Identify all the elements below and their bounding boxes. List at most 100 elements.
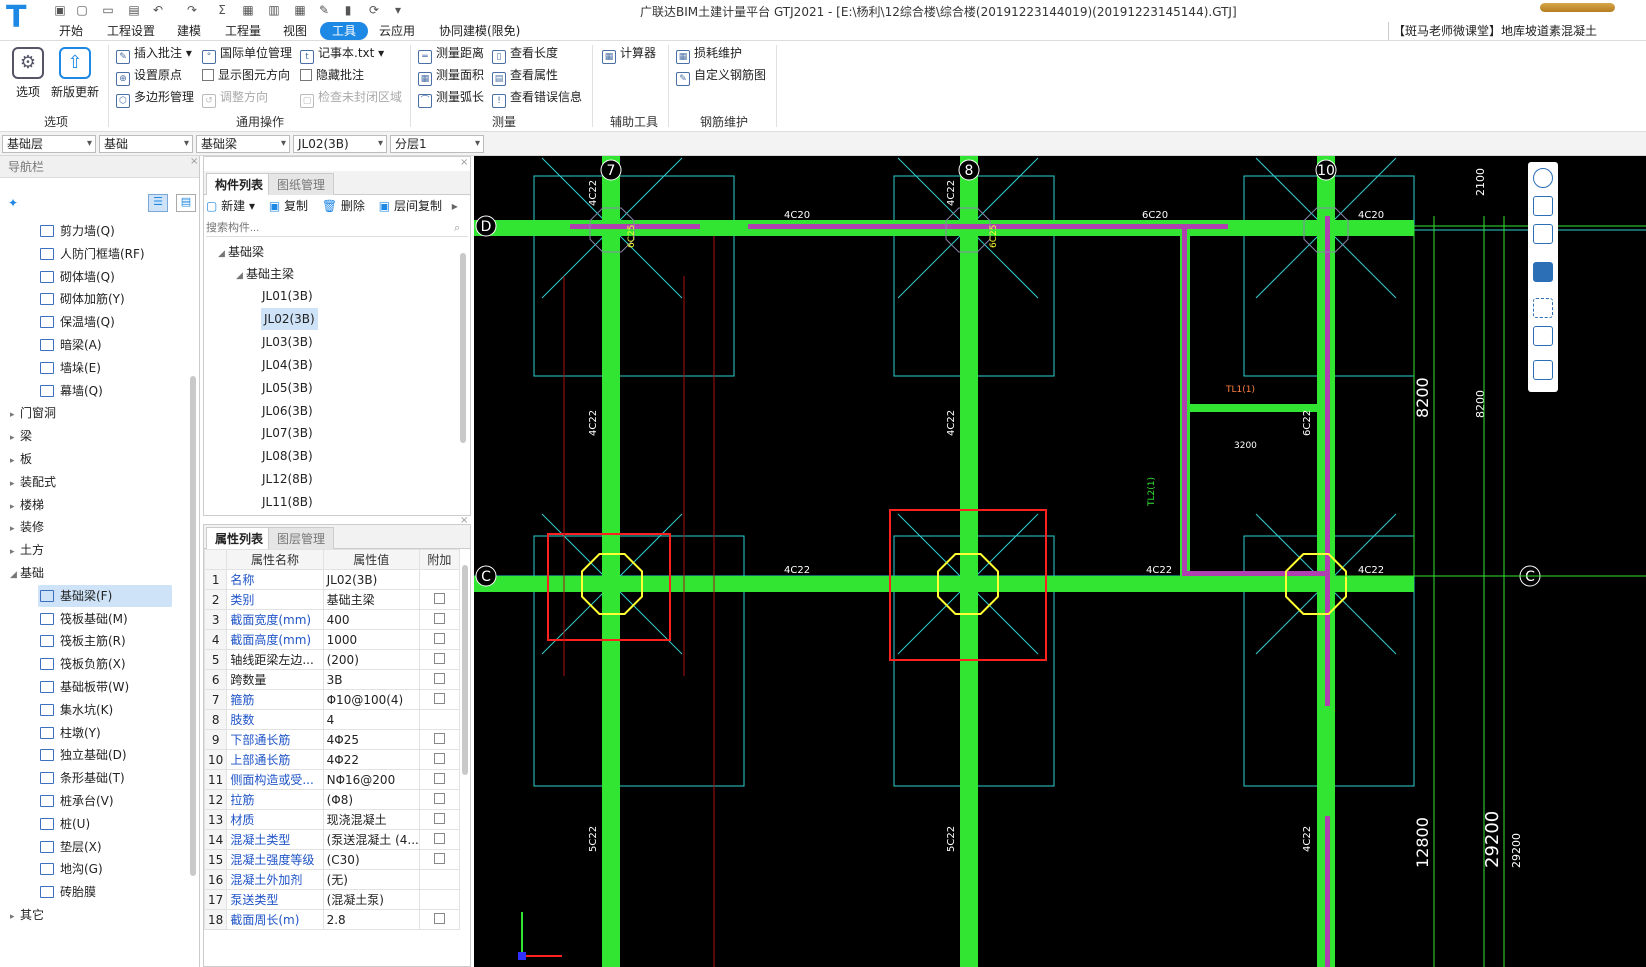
nav-item[interactable]: 集水坑(K) [40,699,113,721]
property-row[interactable]: 1 名称 JL02(3B) [203,569,461,590]
cad-drawing[interactable]: 7 8 10 D C C 4C22 4C20 6C20 4C20 4C22 6C25 6C25 4C22 4… [474,156,1646,967]
property-row[interactable]: 17 泵送类型 (混凝土泵) [203,889,461,910]
sum-icon[interactable]: Σ [214,2,230,18]
select-box-icon[interactable] [1533,326,1553,346]
property-value[interactable]: (无) [322,869,420,890]
property-value[interactable]: (C30) [322,849,420,870]
property-row[interactable]: 7 箍筋 Φ10@100(4) [203,689,461,710]
property-row[interactable]: 16 混凝土外加剂 (无) [203,869,461,890]
nav-item[interactable]: 基础板带(W) [40,676,129,698]
menu-tools[interactable]: 工具 [320,22,368,40]
tab-layer-manage[interactable]: 图层管理 [268,527,335,549]
nav-scrollbar[interactable] [190,376,196,876]
property-row[interactable]: 12 拉筋 (Φ8) [203,789,461,810]
property-value[interactable]: 4Φ22 [322,749,420,770]
cube-view-icon[interactable] [1533,224,1553,244]
property-row[interactable]: 9 下部通长筋 4Φ25 [203,729,461,750]
insert-note-button[interactable]: ✎ 插入批注 ▾ [116,43,192,64]
component-search-input[interactable] [206,219,468,237]
component-item[interactable]: JL07(3B) [262,422,313,444]
options-button[interactable]: ⚙ 选项 [8,47,48,100]
property-scrollbar[interactable] [462,565,468,775]
copy-button[interactable]: 复制 [284,199,308,213]
notice-text[interactable]: 【斑马老师微课堂】地库坡道素混凝土 [1388,22,1646,40]
close-icon[interactable]: × [190,156,198,167]
film-icon[interactable]: ▮ [340,2,356,18]
property-row[interactable]: 15 混凝土强度等级 (C30) [203,849,461,870]
view-errors-button[interactable]: ! 查看错误信息 [492,87,582,108]
nav-group[interactable]: ▸ 装配式 [10,471,56,493]
polygon-manage-button[interactable]: ⬡ 多边形管理 [116,87,194,108]
undo-icon[interactable]: ↶ [150,2,166,18]
property-value[interactable]: (200) [322,649,420,670]
view-length-button[interactable]: ▯ 查看长度 [492,43,558,64]
property-value[interactable]: 现浇混凝土 [322,809,420,830]
component-item[interactable]: JL03(3B) [262,331,313,353]
nav-item[interactable]: 墙垛(E) [40,357,101,379]
property-value[interactable]: (混凝土泵) [322,889,420,910]
checkbox-icon[interactable] [433,912,445,924]
nav-item[interactable]: 砌体加筋(Y) [40,288,125,310]
nav-item[interactable]: 条形基础(T) [40,767,125,789]
drawing-canvas[interactable]: 7 8 10 D C C 4C22 4C20 6C20 4C20 4C22 6C25 6C25 4C22 4… [474,156,1646,967]
detail-view-icon[interactable]: ▤ [176,194,196,212]
property-value[interactable]: 4Φ25 [322,729,420,750]
notepad-button[interactable]: t 记事本.txt ▾ [300,43,384,64]
menu-view[interactable]: 视图 [274,22,316,40]
redo-icon[interactable]: ↷ [184,2,200,18]
nav-item[interactable]: 垫层(X) [40,836,102,858]
property-row[interactable]: 18 截面周长(m) 2.8 [203,909,461,930]
checkbox-icon[interactable] [433,832,445,844]
grid-icon[interactable]: ▦ [292,2,308,18]
check-region-button[interactable]: ▢ 检查未封闭区域 [300,87,402,108]
filled-cube-icon[interactable] [1533,262,1553,282]
list-view-icon[interactable]: ☰ [148,194,168,212]
checkbox-icon[interactable] [433,852,445,864]
property-value[interactable]: JL02(3B) [322,569,420,590]
loss-maintain-button[interactable]: ▦ 损耗维护 [676,43,742,64]
component-item[interactable]: JL06(3B) [262,400,313,422]
checkbox-icon[interactable] [433,792,445,804]
set-origin-button[interactable]: ⊕ 设置原点 [116,65,182,86]
property-value[interactable]: (Φ8) [322,789,420,810]
nav-item[interactable]: 地沟(G) [40,858,103,880]
property-value[interactable]: 4 [322,709,420,730]
menu-project-settings[interactable]: 工程设置 [98,22,164,40]
nav-item[interactable]: 暗梁(A) [40,334,102,356]
checkbox-icon[interactable] [433,772,445,784]
save-icon[interactable]: ▤ [126,2,142,18]
nav-item[interactable]: 人防门框墙(RF) [40,243,145,265]
nav-group[interactable]: ▸ 土方 [10,539,44,561]
promo-bar[interactable] [1540,3,1615,12]
nav-item[interactable]: 基础梁(F) [38,584,172,607]
property-row[interactable]: 14 混凝土类型 (泵送混凝土 (4... [203,829,461,850]
menu-quantity[interactable]: 工程量 [216,22,270,40]
calculator-button[interactable]: ▦ 计算器 [602,43,656,64]
checkbox-icon[interactable] [433,692,445,704]
property-value[interactable]: NΦ16@200 [322,769,420,790]
unit-manage-button[interactable]: ° 国际单位管理 [202,43,292,64]
checkbox-icon[interactable] [433,592,445,604]
more-icon[interactable]: ▾ [390,2,406,18]
property-value[interactable]: (泵送混凝土 (4... [322,829,420,850]
tab-property-list[interactable]: 属性列表 [206,527,273,549]
adjust-direction-button[interactable]: ↺ 调整方向 [202,87,268,108]
nav-item[interactable]: 剪力墙(Q) [40,220,115,242]
layer-icon[interactable]: ▥ [266,2,282,18]
3d-view-icon[interactable] [1533,196,1553,216]
report-icon[interactable]: ▦ [240,2,256,18]
hide-note-checkbox[interactable]: 隐藏批注 [300,65,364,85]
nav-item[interactable]: 柱墩(Y) [40,722,101,744]
nav-item[interactable]: 幕墙(Q) [40,380,103,402]
nav-item[interactable]: 保温墙(Q) [40,311,115,333]
tree-root[interactable]: ◢ 基础梁 [218,241,264,263]
close-icon[interactable]: × [460,157,468,168]
property-value[interactable]: Φ10@100(4) [322,689,420,710]
tab-drawing-manage[interactable]: 图纸管理 [268,173,335,195]
menu-collab[interactable]: 协同建模(限免) [430,22,529,40]
type-select[interactable]: 基础梁 [196,135,290,153]
component-item[interactable]: JL02(3B) [261,307,318,330]
nav-item[interactable]: 桩承台(V) [40,790,114,812]
property-row[interactable]: 2 类别 基础主梁 [203,589,461,610]
open-folder-icon[interactable]: ▭ [100,2,116,18]
